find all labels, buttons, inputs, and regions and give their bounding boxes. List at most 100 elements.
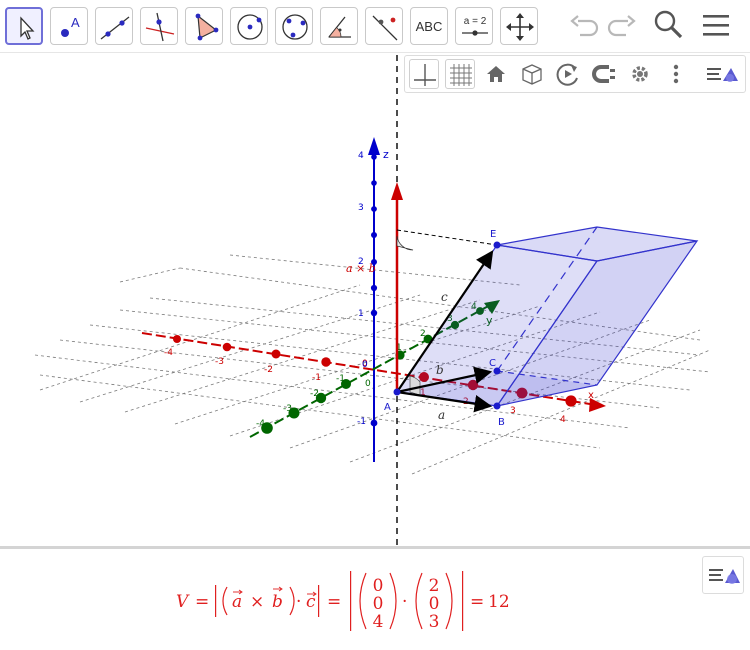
settings-button[interactable] — [625, 59, 655, 89]
vec2-y: 0 — [429, 594, 440, 614]
toolbar: A ABC a = 2 — [0, 0, 750, 52]
algebra-view: V = a × b · c = 0 0 4 · 2 0 3 = 12 — [0, 549, 750, 650]
view-cube-button[interactable] — [517, 59, 547, 89]
vector-b-label: b — [436, 363, 444, 377]
x-tick-label: 3 — [510, 406, 516, 416]
y-tick-label: 2 — [420, 329, 426, 339]
z-tick-label: 4 — [358, 151, 364, 161]
z-axis-label: z — [383, 148, 389, 161]
x-tick-label: -4 — [164, 348, 173, 358]
cross-product-vector[interactable] — [391, 182, 403, 392]
x-axis-label: x — [588, 390, 594, 401]
graphics-style-bar — [404, 55, 746, 93]
perpendicular-line-tool-button[interactable] — [140, 7, 178, 45]
rotate-view-button[interactable] — [553, 59, 583, 89]
formula-dot1: · — [296, 592, 301, 612]
search-icon — [654, 10, 683, 39]
vector-c-label: c — [441, 290, 448, 304]
redo-button[interactable] — [604, 8, 638, 46]
menu-button[interactable] — [700, 8, 734, 46]
vec2-x: 2 — [429, 576, 440, 596]
reflect-tool-button[interactable] — [365, 7, 403, 45]
y-tick-label: -4 — [256, 419, 265, 429]
move-view-tool-button[interactable] — [500, 7, 538, 45]
slider-tool-label: a = 2 — [464, 16, 487, 27]
y-tick-label: -2 — [310, 389, 319, 399]
point-tool-label: A — [71, 15, 80, 30]
angle-icon — [328, 16, 351, 38]
algebra-style-button[interactable] — [702, 556, 744, 594]
line-tool-button[interactable] — [95, 7, 133, 45]
point-e-label: E — [490, 229, 496, 240]
view-cube-icon — [522, 64, 542, 85]
vec1-x: 0 — [373, 576, 384, 596]
point-c-label: C — [489, 358, 496, 369]
vec2-z: 3 — [429, 612, 440, 632]
search-button[interactable] — [652, 8, 686, 46]
polygon-icon — [195, 13, 219, 41]
parallelepiped[interactable] — [395, 226, 699, 407]
formula-result: 12 — [488, 592, 510, 612]
axes-toggle-button[interactable] — [409, 59, 439, 89]
projection-icon — [592, 65, 615, 83]
perpendicular-line-icon — [145, 12, 175, 42]
line-icon — [100, 16, 130, 40]
formula-times: × — [250, 592, 264, 612]
graphics-view-3d[interactable]: z x y -4 -3 -2 -1 0 1 3 4 -4 -3 -2 -1 0 … — [0, 53, 750, 546]
formula-eq2: = — [327, 592, 341, 612]
redo-icon — [607, 15, 636, 37]
text-tool-label: ABC — [415, 18, 443, 34]
slider-icon: a = 2 — [462, 16, 488, 36]
y-tick-label: -1 — [336, 374, 345, 384]
z-tick-label: 0 — [362, 360, 368, 370]
point-tool-button[interactable]: A — [50, 7, 88, 45]
more-vertical-icon — [673, 64, 679, 84]
slider-tool-button[interactable]: a = 2 — [455, 7, 493, 45]
graphics-canvas[interactable]: z x y -4 -3 -2 -1 0 1 3 4 -4 -3 -2 -1 0 … — [0, 53, 750, 546]
formula-dot2: · — [402, 592, 407, 612]
undo-icon — [570, 15, 599, 37]
rotate-icon — [556, 63, 578, 86]
text-tool-button[interactable]: ABC — [410, 7, 448, 45]
reflect-icon — [372, 15, 398, 41]
point-a[interactable] — [393, 388, 401, 396]
circle-icon — [237, 14, 263, 40]
x-tick-label: 4 — [560, 415, 566, 425]
vector-a-label: a — [438, 408, 445, 422]
style-bar-toggle-icon — [707, 68, 738, 82]
formula-eq3: = — [470, 592, 484, 612]
point-b[interactable] — [493, 402, 501, 410]
angle-tool-button[interactable] — [320, 7, 358, 45]
z-axis: z — [368, 137, 389, 462]
point-e[interactable] — [493, 241, 501, 249]
move-view-icon — [506, 13, 534, 41]
cursor-arrow-icon — [20, 16, 35, 40]
more-options-button[interactable] — [661, 59, 691, 89]
circle-tool-button[interactable] — [230, 7, 268, 45]
conic-tool-button[interactable] — [275, 7, 313, 45]
home-icon — [487, 66, 505, 82]
grid-icon — [450, 64, 472, 86]
polygon-tool-button[interactable] — [185, 7, 223, 45]
move-tool-button[interactable] — [5, 7, 43, 45]
cross-product-label: a × b — [346, 262, 376, 275]
formula-lhs: V — [176, 592, 190, 612]
undo-button[interactable] — [568, 8, 602, 46]
formula-b: b — [272, 592, 283, 612]
z-tick-label: -1 — [357, 417, 366, 427]
point-icon: A — [61, 15, 80, 37]
menu-icon — [703, 15, 729, 36]
z-tick-label: 1 — [358, 309, 364, 319]
x-tick-label: -1 — [312, 373, 321, 383]
grid-toggle-button[interactable] — [445, 59, 475, 89]
z-tick-label: 3 — [358, 203, 364, 213]
toggle-style-bar-button[interactable] — [705, 59, 738, 89]
algebra-toggle-icon — [709, 569, 740, 584]
home-button[interactable] — [481, 59, 511, 89]
axes-icon — [414, 64, 436, 86]
angle-marker-top — [396, 235, 414, 251]
projection-button[interactable] — [589, 59, 619, 89]
formula-eq1: = — [195, 592, 209, 612]
circle-three-points-icon — [282, 14, 308, 40]
vec1-y: 0 — [373, 594, 384, 614]
